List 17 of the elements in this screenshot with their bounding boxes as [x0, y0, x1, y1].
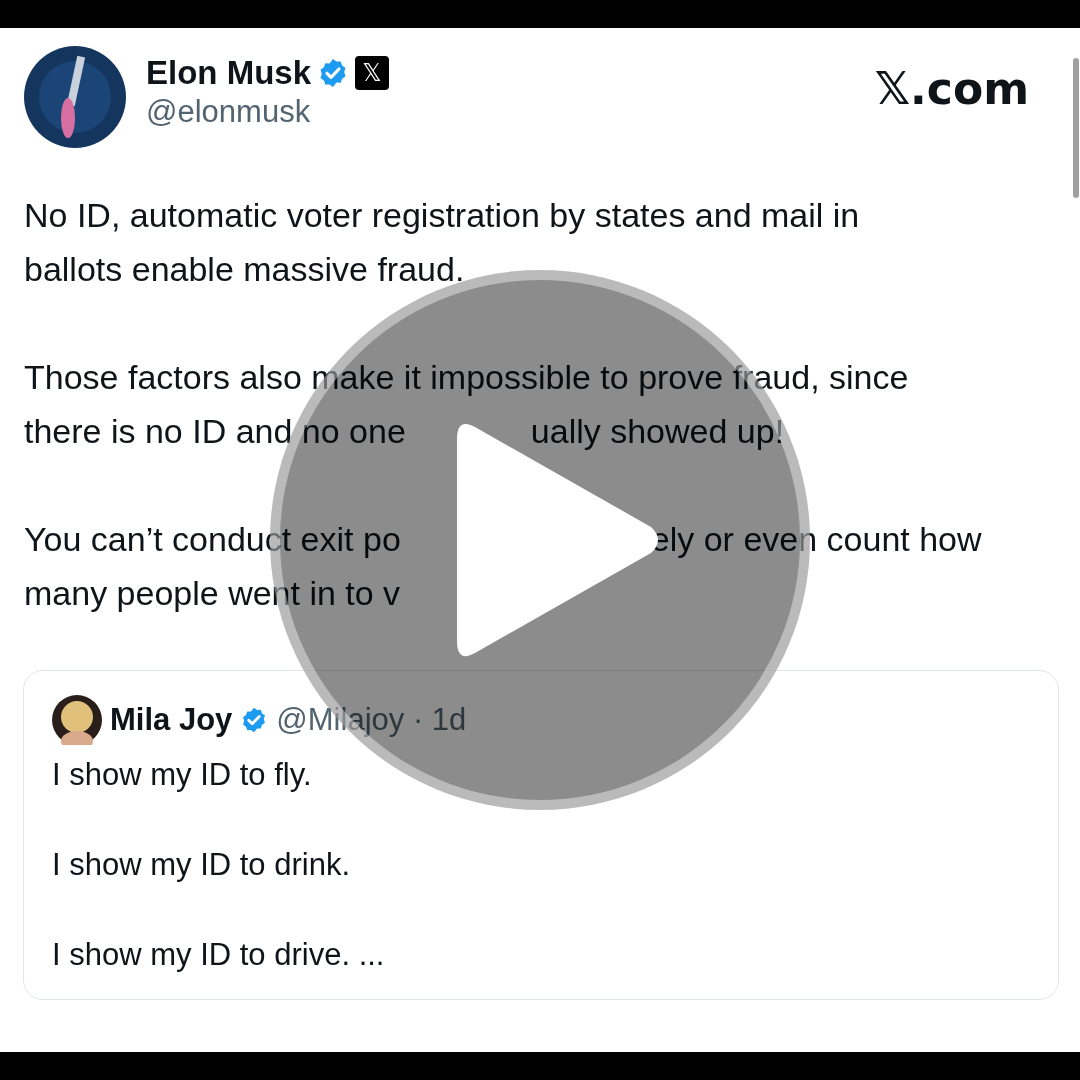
quoted-handle-time: @Milajoy · 1d [276, 700, 467, 739]
affiliate-badge: 𝕏 [355, 55, 390, 90]
author-name: Elon Musk [146, 53, 312, 93]
post-text: You can’t conduct exit po [24, 519, 401, 560]
post-text: ually showed up! [530, 411, 785, 452]
post-text: No ID, automatic voter registration by states and mail in [24, 195, 860, 236]
quoted-author-name: Mila Joy [110, 700, 233, 739]
author-handle: @elonmusk [146, 93, 312, 132]
quoted-post-card[interactable]: Mila Joy @Milajoy · 1d I show my ID to fly. I show my ID to drink. I show my ID to drive. ... [23, 670, 1059, 1000]
site-label: 𝕏.com [874, 62, 1029, 116]
scrollbar[interactable] [1073, 58, 1079, 198]
post-text: ballots enable massive fraud. [24, 249, 465, 290]
post-text: there is no ID and no one [24, 411, 406, 452]
quoted-text: I show my ID to drive. ... [52, 936, 386, 974]
quoted-text: I show my ID to fly. [52, 756, 313, 794]
post-text: many people went in to v [24, 573, 401, 614]
quoted-text: I show my ID to drink. [52, 846, 352, 884]
